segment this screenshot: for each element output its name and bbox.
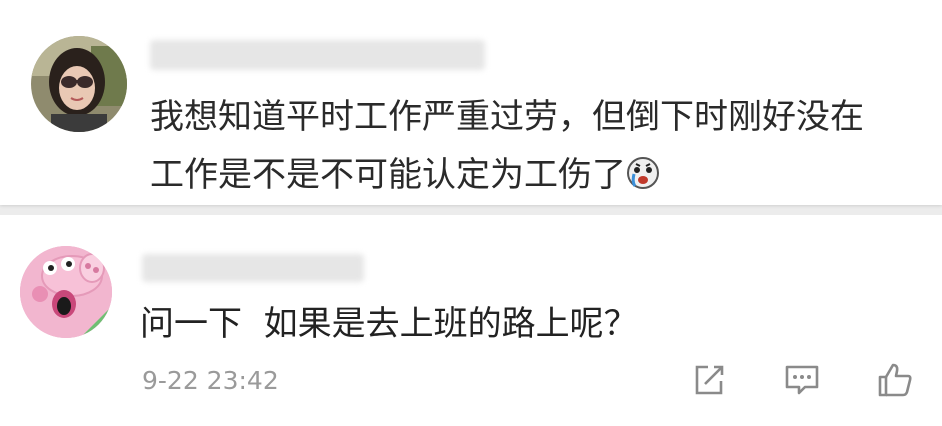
- comment-text: 问一下 如果是去上班的路上呢？: [140, 304, 638, 344]
- quoted-comment-text: 我想知道平时工作严重过劳，但倒下时刚好没在 工作是不是不可能认定为工伤了: [150, 88, 925, 208]
- user-avatar-peppa[interactable]: [20, 246, 112, 338]
- crying-face-icon: [626, 150, 660, 208]
- quoted-comment-line2: 工作是不是不可能认定为工伤了: [150, 155, 626, 195]
- user-avatar[interactable]: [31, 36, 127, 132]
- quoted-comment-line1: 我想知道平时工作严重过劳，但倒下时刚好没在: [150, 97, 864, 137]
- avatar-woman-sunglasses-image: [31, 36, 127, 132]
- username-redacted: [142, 254, 364, 282]
- share-button[interactable]: [689, 362, 729, 402]
- like-button[interactable]: [875, 362, 915, 402]
- avatar-peppa-pig-image: [20, 246, 112, 338]
- share-icon: [692, 363, 726, 401]
- reply-button[interactable]: [782, 362, 822, 402]
- quoted-comment-card: 我想知道平时工作严重过劳，但倒下时刚好没在 工作是不是不可能认定为工伤了: [0, 0, 942, 205]
- username-redacted: [150, 40, 485, 70]
- like-icon: [876, 361, 914, 403]
- comment-icon: [784, 363, 820, 401]
- comment-timestamp: 9-22 23:42: [142, 366, 279, 395]
